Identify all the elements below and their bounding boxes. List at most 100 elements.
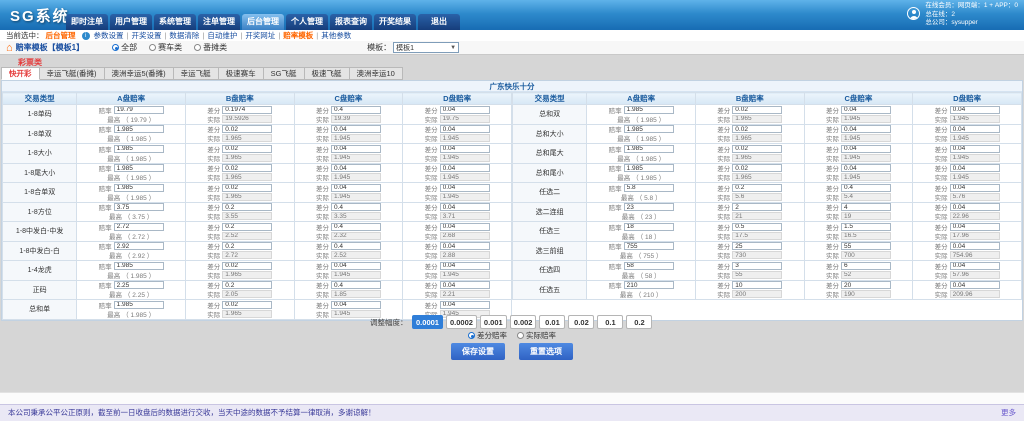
step-button[interactable]: 0.2 [626, 315, 652, 329]
breadcrumb-link[interactable]: 参数设置 [94, 31, 124, 40]
odds-mode-radio[interactable]: 实际赔率 [517, 330, 556, 341]
odds-input[interactable] [114, 125, 164, 133]
step-button[interactable]: 0.01 [539, 315, 565, 329]
breadcrumb-link[interactable]: 开奖网址 [245, 31, 275, 40]
odds-input[interactable] [114, 106, 164, 114]
template-select[interactable]: 模板1 ▼ [393, 42, 459, 53]
diff-input[interactable] [950, 223, 1000, 231]
nav-tab[interactable]: 用户管理 [110, 14, 152, 30]
diff-input[interactable] [331, 125, 381, 133]
diff-input[interactable] [440, 223, 490, 231]
diff-input[interactable] [222, 223, 272, 231]
diff-input[interactable] [732, 145, 782, 153]
diff-input[interactable] [841, 145, 891, 153]
diff-input[interactable] [841, 184, 891, 192]
diff-input[interactable] [841, 106, 891, 114]
diff-input[interactable] [841, 242, 891, 250]
odds-input[interactable] [624, 125, 674, 133]
diff-input[interactable] [331, 301, 381, 309]
diff-input[interactable] [222, 242, 272, 250]
step-button[interactable]: 0.001 [480, 315, 507, 329]
diff-input[interactable] [222, 301, 272, 309]
diff-input[interactable] [950, 125, 1000, 133]
game-tab[interactable]: 快开彩 [1, 67, 40, 80]
diff-input[interactable] [222, 281, 272, 289]
diff-input[interactable] [732, 164, 782, 172]
diff-input[interactable] [331, 281, 381, 289]
diff-input[interactable] [222, 164, 272, 172]
diff-input[interactable] [440, 184, 490, 192]
diff-input[interactable] [440, 242, 490, 250]
odds-input[interactable] [114, 145, 164, 153]
diff-input[interactable] [331, 203, 381, 211]
diff-input[interactable] [331, 262, 381, 270]
odds-input[interactable] [114, 203, 164, 211]
diff-input[interactable] [331, 106, 381, 114]
step-button[interactable]: 0.1 [597, 315, 623, 329]
odds-input[interactable] [624, 106, 674, 114]
odds-input[interactable] [624, 145, 674, 153]
diff-input[interactable] [950, 106, 1000, 114]
diff-input[interactable] [841, 262, 891, 270]
category-radio[interactable]: 番摊类 [194, 42, 227, 53]
diff-input[interactable] [331, 223, 381, 231]
diff-input[interactable] [732, 223, 782, 231]
odds-input[interactable] [114, 242, 164, 250]
diff-input[interactable] [222, 184, 272, 192]
diff-input[interactable] [331, 184, 381, 192]
diff-input[interactable] [841, 223, 891, 231]
odds-input[interactable] [624, 262, 674, 270]
diff-input[interactable] [440, 281, 490, 289]
diff-input[interactable] [331, 145, 381, 153]
diff-input[interactable] [950, 184, 1000, 192]
odds-input[interactable] [624, 184, 674, 192]
diff-input[interactable] [440, 262, 490, 270]
save-settings-button[interactable]: 保存设置 [451, 343, 505, 360]
diff-input[interactable] [841, 281, 891, 289]
game-tab[interactable]: 幸运飞艇(番摊) [40, 67, 105, 80]
odds-input[interactable] [114, 164, 164, 172]
nav-tab[interactable]: 系统管理 [154, 14, 196, 30]
category-radio[interactable]: 全部 [112, 42, 137, 53]
diff-input[interactable] [440, 301, 490, 309]
diff-input[interactable] [950, 281, 1000, 289]
game-tab[interactable]: 幸运飞艇 [174, 67, 219, 80]
diff-input[interactable] [732, 125, 782, 133]
game-tab[interactable]: 澳洲幸运10 [350, 67, 403, 80]
step-button[interactable]: 0.002 [510, 315, 537, 329]
step-button[interactable]: 0.0001 [412, 315, 443, 329]
breadcrumb-link[interactable]: 数据清除 [169, 31, 199, 40]
nav-tab[interactable]: 退出 [418, 14, 460, 30]
diff-input[interactable] [222, 125, 272, 133]
diff-input[interactable] [222, 106, 272, 114]
diff-input[interactable] [732, 262, 782, 270]
diff-input[interactable] [440, 106, 490, 114]
diff-input[interactable] [331, 242, 381, 250]
nav-tab[interactable]: 开奖结果 [374, 14, 416, 30]
odds-input[interactable] [624, 223, 674, 231]
step-button[interactable]: 0.02 [568, 315, 594, 329]
diff-input[interactable] [222, 203, 272, 211]
diff-input[interactable] [841, 203, 891, 211]
odds-input[interactable] [624, 242, 674, 250]
game-tab[interactable]: 澳洲幸运5(番摊) [105, 67, 174, 80]
breadcrumb-link[interactable]: 其他参数 [321, 31, 351, 40]
game-tab[interactable]: 极速飞艇 [305, 67, 350, 80]
nav-tab[interactable]: 报表查询 [330, 14, 372, 30]
odds-input[interactable] [114, 301, 164, 309]
diff-input[interactable] [331, 164, 381, 172]
diff-input[interactable] [440, 164, 490, 172]
diff-input[interactable] [732, 281, 782, 289]
diff-input[interactable] [222, 262, 272, 270]
odds-input[interactable] [114, 281, 164, 289]
odds-input[interactable] [624, 281, 674, 289]
diff-input[interactable] [732, 184, 782, 192]
odds-input[interactable] [624, 203, 674, 211]
info-icon[interactable]: i [82, 32, 90, 40]
diff-input[interactable] [950, 164, 1000, 172]
breadcrumb-link[interactable]: 开奖设置 [131, 31, 161, 40]
diff-input[interactable] [950, 242, 1000, 250]
diff-input[interactable] [950, 203, 1000, 211]
footer-more-link[interactable]: 更多 [995, 405, 1016, 421]
game-tab[interactable]: SG飞艇 [264, 67, 305, 80]
